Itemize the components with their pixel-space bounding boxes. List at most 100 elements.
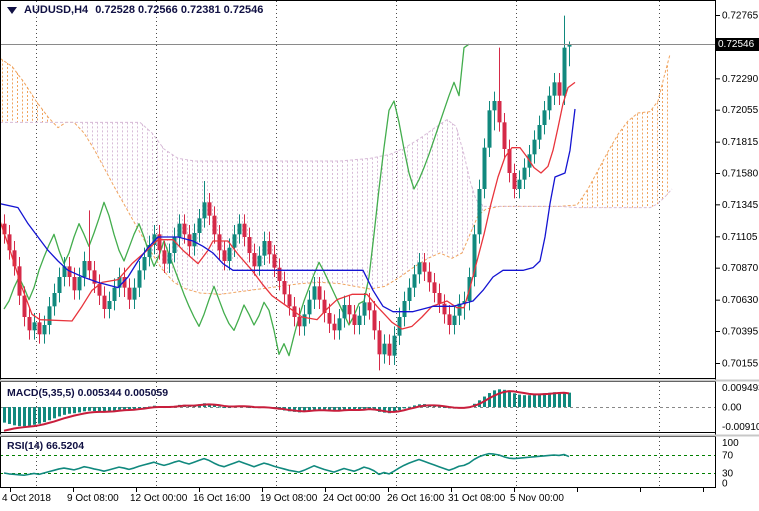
price-axis-label[interactable]: 0.72055 bbox=[722, 105, 759, 116]
macd-histogram-bar bbox=[58, 407, 61, 416]
bear-candle bbox=[428, 272, 432, 283]
time-axis-label[interactable]: 12 Oct 00:00 bbox=[130, 493, 188, 504]
time-axis-label[interactable]: 26 Oct 16:00 bbox=[387, 493, 445, 504]
rsi-axis-label[interactable]: 0 bbox=[722, 479, 728, 490]
macd-axis-label[interactable]: -0.009102 bbox=[722, 422, 759, 433]
price-axis-label[interactable]: 0.72765 bbox=[722, 11, 759, 22]
time-axis-label[interactable]: 9 Oct 08:00 bbox=[67, 493, 119, 504]
price-axis-label[interactable]: 0.72290 bbox=[722, 74, 759, 85]
bull-candle bbox=[48, 306, 52, 325]
bear-candle bbox=[448, 314, 452, 325]
bear-candle bbox=[328, 313, 332, 324]
macd-histogram-bar bbox=[3, 407, 6, 423]
macd-histogram-bar bbox=[123, 407, 126, 409]
macd-histogram-bar bbox=[533, 395, 536, 407]
bull-candle bbox=[303, 314, 307, 326]
price-axis-label[interactable]: 0.70630 bbox=[722, 295, 759, 306]
price-chart-canvas[interactable]: 0.72765 0.72290 0.72055 0.71815 0.71580 0.713… bbox=[0, 0, 759, 511]
bull-candle bbox=[453, 316, 457, 325]
bull-candle bbox=[563, 48, 567, 96]
bear-candle bbox=[318, 286, 322, 299]
macd-axis-label[interactable]: 0.009493 bbox=[722, 383, 759, 394]
bull-candle bbox=[363, 302, 367, 315]
bull-candle bbox=[408, 288, 412, 301]
bull-candle bbox=[168, 253, 172, 264]
bull-candle bbox=[138, 270, 142, 287]
macd-histogram-bar bbox=[313, 407, 316, 410]
bull-candle bbox=[413, 274, 417, 287]
time-axis-label[interactable]: 4 Oct 2018 bbox=[2, 493, 51, 504]
macd-histogram-bar bbox=[8, 407, 11, 424]
bull-candle bbox=[233, 234, 237, 247]
time-axis-label[interactable]: 19 Oct 08:00 bbox=[260, 493, 318, 504]
price-axis-label[interactable]: 0.71815 bbox=[722, 137, 759, 148]
macd-histogram-bar bbox=[53, 407, 56, 418]
bull-candle bbox=[83, 261, 87, 277]
price-axis-label[interactable]: 0.71580 bbox=[722, 169, 759, 180]
macd-histogram-bar bbox=[513, 393, 516, 407]
macd-histogram-bar bbox=[63, 407, 66, 415]
bull-candle bbox=[308, 300, 312, 315]
bull-candle bbox=[478, 189, 482, 234]
bear-candle bbox=[103, 296, 107, 309]
bear-candle bbox=[213, 216, 217, 235]
bull-candle bbox=[33, 322, 37, 330]
price-axis-label[interactable]: 0.70155 bbox=[722, 359, 759, 370]
bull-candle bbox=[343, 305, 347, 318]
macd-histogram-bar bbox=[493, 390, 496, 407]
macd-histogram-bar bbox=[23, 407, 26, 426]
bull-candle bbox=[523, 168, 527, 180]
macd-indicator-label: MACD(5,35,5) 0.005344 0.005059 bbox=[7, 387, 168, 399]
symbol-marker-icon bbox=[7, 7, 17, 14]
bear-candle bbox=[183, 224, 187, 235]
bear-candle bbox=[163, 250, 167, 263]
bull-candle bbox=[403, 301, 407, 317]
price-axis-label[interactable]: 0.70395 bbox=[722, 327, 759, 338]
bull-candle bbox=[313, 286, 317, 299]
bear-candle bbox=[388, 344, 392, 356]
bull-candle bbox=[538, 125, 542, 140]
bull-candle bbox=[58, 277, 62, 293]
bear-candle bbox=[208, 202, 212, 215]
bear-candle bbox=[88, 261, 92, 270]
price-axis-label[interactable]: 0.70870 bbox=[722, 263, 759, 274]
chart-ohlc-values: 0.72528 0.72566 0.72381 0.72546 bbox=[95, 4, 263, 16]
macd-histogram-bar bbox=[563, 392, 566, 407]
rsi-axis-label[interactable]: 70 bbox=[722, 451, 734, 462]
bull-candle bbox=[493, 101, 497, 110]
bear-candle bbox=[128, 288, 132, 300]
bull-candle bbox=[358, 316, 362, 325]
rsi-name: RSI(14) bbox=[7, 440, 43, 452]
bull-candle bbox=[258, 256, 262, 267]
bull-candle bbox=[133, 288, 137, 300]
bull-candle bbox=[113, 288, 117, 301]
bear-candle bbox=[273, 254, 277, 267]
macd-histogram-bar bbox=[28, 407, 31, 426]
bull-candle bbox=[338, 318, 342, 330]
macd-histogram-bar bbox=[568, 393, 571, 407]
bear-candle bbox=[373, 310, 377, 330]
bull-candle bbox=[108, 301, 112, 309]
bear-candle bbox=[368, 302, 372, 310]
rsi-axis-label[interactable]: 100 bbox=[722, 438, 739, 449]
time-axis-label[interactable]: 5 Nov 00:00 bbox=[510, 493, 564, 504]
chart-symbol-period: AUDUSD,H4 bbox=[24, 4, 88, 16]
macd-histogram-bar bbox=[88, 407, 91, 411]
time-axis-label[interactable]: 31 Oct 08:00 bbox=[448, 493, 506, 504]
bear-candle bbox=[73, 277, 77, 290]
bear-candle bbox=[513, 173, 517, 189]
time-axis-label[interactable]: 24 Oct 00:00 bbox=[323, 493, 381, 504]
bear-candle bbox=[223, 250, 227, 261]
bear-candle bbox=[438, 293, 442, 304]
bull-candle bbox=[548, 96, 552, 111]
macd-histogram-bar bbox=[218, 406, 221, 407]
bear-candle bbox=[298, 317, 302, 326]
bear-candle bbox=[218, 234, 222, 250]
time-axis-label[interactable]: 16 Oct 16:00 bbox=[193, 493, 251, 504]
rsi-indicator-label: RSI(14) 66.5204 bbox=[7, 440, 84, 452]
macd-name: MACD(5,35,5) bbox=[7, 387, 75, 399]
price-axis-label[interactable]: 0.71105 bbox=[722, 232, 758, 243]
bear-candle bbox=[288, 294, 292, 306]
price-axis-label[interactable]: 0.71345 bbox=[722, 200, 759, 211]
macd-axis-label[interactable]: 0.00 bbox=[722, 403, 742, 414]
